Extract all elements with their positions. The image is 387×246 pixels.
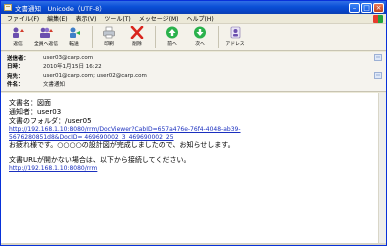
message-line: お疲れ様です。○○○○の設計図が完成しましたので、お知らせします。 <box>9 141 235 149</box>
contact-card-icon[interactable] <box>374 54 382 61</box>
toolbar-separator <box>218 26 219 48</box>
notifier-line: 通知者：user03 <box>9 108 62 116</box>
printer-icon <box>103 26 115 39</box>
reply-all-button[interactable]: 全員へ返信 <box>33 24 59 50</box>
close-button[interactable]: × <box>373 2 384 13</box>
next-button[interactable]: 次へ <box>187 24 213 50</box>
forward-icon <box>70 27 80 38</box>
previous-button[interactable]: 前へ <box>159 24 185 50</box>
next-icon <box>194 26 206 39</box>
toolbar-separator <box>155 26 156 48</box>
subject-value: 文書通知 <box>43 82 66 88</box>
menu-message[interactable]: メッセージ(M) <box>135 14 183 23</box>
mail-icon <box>4 4 12 11</box>
maximize-button[interactable]: □ <box>361 2 372 13</box>
forward-button[interactable]: 転送 <box>61 24 87 50</box>
mail-window: 文書通知 Unicode（UTF-8） – □ × ファイル(F) 編集(E) … <box>0 0 387 246</box>
from-label: 送信者： <box>7 56 30 62</box>
to-row: 宛先： user01@carp.com; user02@carp.com <box>7 72 377 80</box>
from-row: 送信者： user03@carp.com <box>7 54 377 62</box>
reply-all-icon <box>40 27 53 38</box>
subject-row: 件名： 文書通知 <box>7 80 377 88</box>
cannot-open-line: 文書URLが開かない場合は、以下から接続してください。 <box>9 156 191 164</box>
date-value: 2010年1月15日 16:22 <box>43 64 102 70</box>
folder-line: 文書のフォルダ：/user05 <box>9 117 92 125</box>
doc-name-line: 文書名：図面 <box>9 99 51 107</box>
window-controls: – □ × <box>349 2 384 13</box>
menu-tools[interactable]: ツール(T) <box>100 14 134 23</box>
menu-help[interactable]: ヘルプ(H) <box>183 14 218 23</box>
message-header: 送信者： user03@carp.com 日時： 2010年1月15日 16:2… <box>1 52 386 92</box>
to-value[interactable]: user01@carp.com; user02@carp.com <box>43 73 147 79</box>
vertical-scrollbar[interactable] <box>378 93 386 243</box>
address-book-button[interactable]: アドレス <box>222 24 248 50</box>
previous-icon <box>166 26 178 39</box>
toolbar-separator <box>92 26 93 48</box>
title-bar[interactable]: 文書通知 Unicode（UTF-8） – □ × <box>1 1 386 14</box>
menu-file[interactable]: ファイル(F) <box>3 14 43 23</box>
date-row: 日時： 2010年1月15日 16:22 <box>7 62 377 70</box>
window-title: 文書通知 Unicode（UTF-8） <box>15 4 106 13</box>
document-link-continued[interactable]: 5676280851d8&DocID= 469690002_3_46969000… <box>9 134 376 142</box>
date-label: 日時： <box>7 64 24 70</box>
toolbar: 返信 全員へ返信 転送 印刷 削除 前へ 次へ アドレス <box>1 24 386 51</box>
document-link[interactable]: http://192.168.1.10:8080/rrm/DocViewer?C… <box>9 126 376 134</box>
message-body[interactable]: 文書名：図面 通知者：user03 文書のフォルダ：/user05 http:/… <box>1 93 386 243</box>
reply-icon <box>13 27 24 38</box>
server-link[interactable]: http://192.168.1.10:8080/rrm <box>9 165 376 173</box>
delete-icon <box>130 26 144 39</box>
menu-bar: ファイル(F) 編集(E) 表示(V) ツール(T) メッセージ(M) ヘルプ(… <box>1 14 386 24</box>
delete-button[interactable]: 削除 <box>124 24 150 50</box>
menu-view[interactable]: 表示(V) <box>72 14 101 23</box>
to-label: 宛先： <box>7 74 24 80</box>
menu-edit[interactable]: 編集(E) <box>43 14 71 23</box>
address-book-icon <box>230 26 241 39</box>
windows-flag-icon <box>373 15 383 23</box>
contact-card-icon[interactable] <box>374 72 382 79</box>
print-button[interactable]: 印刷 <box>96 24 122 50</box>
from-value[interactable]: user03@carp.com <box>43 55 93 61</box>
reply-button[interactable]: 返信 <box>5 24 31 50</box>
subject-label: 件名： <box>7 82 24 88</box>
minimize-button[interactable]: – <box>349 2 360 13</box>
